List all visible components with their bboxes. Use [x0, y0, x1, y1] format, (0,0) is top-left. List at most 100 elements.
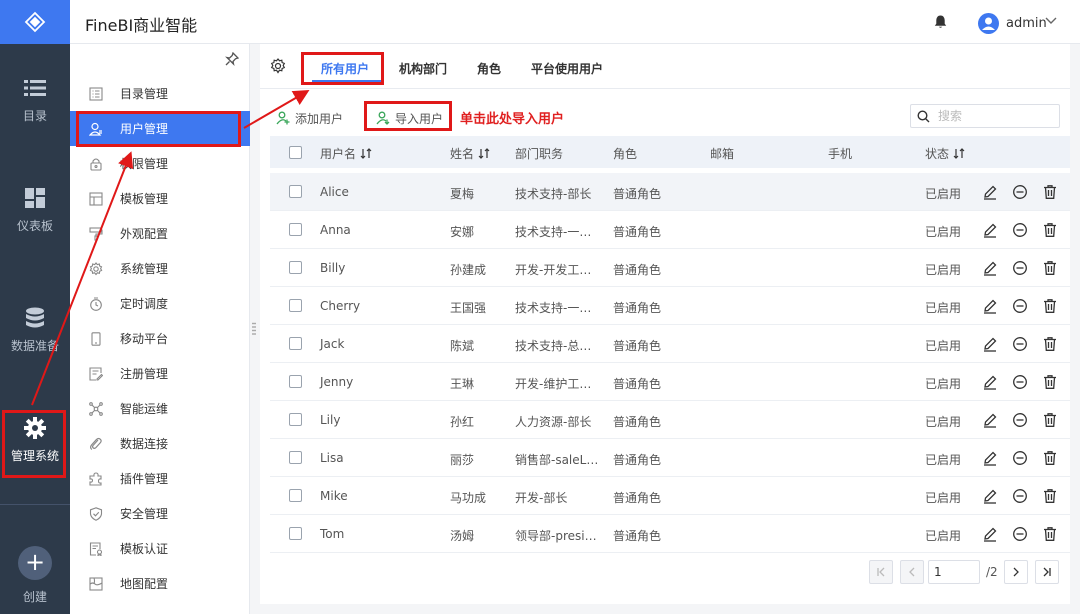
- disable-icon[interactable]: [1012, 450, 1028, 466]
- disable-icon[interactable]: [1012, 184, 1028, 200]
- delete-icon[interactable]: [1042, 184, 1058, 200]
- import-user-button[interactable]: 导入用户: [376, 108, 443, 128]
- bell-icon[interactable]: [934, 15, 947, 29]
- pin-icon[interactable]: [225, 52, 239, 66]
- disable-icon[interactable]: [1012, 298, 1028, 314]
- row-checkbox[interactable]: [289, 375, 302, 388]
- submenu-item-security[interactable]: 安全管理: [70, 496, 250, 531]
- column-status[interactable]: 状态: [925, 145, 965, 162]
- edit-icon[interactable]: [982, 526, 998, 542]
- sort-icon[interactable]: [360, 148, 372, 159]
- rail-item-create[interactable]: + 创建: [0, 540, 70, 610]
- row-checkbox[interactable]: [289, 451, 302, 464]
- delete-icon[interactable]: [1042, 336, 1058, 352]
- rail-item-data-prep[interactable]: 数据准备: [0, 295, 70, 365]
- row-checkbox[interactable]: [289, 337, 302, 350]
- sort-icon[interactable]: [478, 148, 490, 159]
- row-checkbox[interactable]: [289, 527, 302, 540]
- sort-icon[interactable]: [953, 148, 965, 159]
- row-checkbox[interactable]: [289, 413, 302, 426]
- edit-icon[interactable]: [982, 374, 998, 390]
- delete-icon[interactable]: [1042, 412, 1058, 428]
- submenu-item-registration[interactable]: 注册管理: [70, 356, 250, 391]
- tab-platform-users[interactable]: 平台使用用户: [531, 60, 603, 77]
- table-row[interactable]: Lily 孙红 人力资源-部长 普通角色 已启用: [270, 401, 1070, 439]
- rail-item-admin[interactable]: 管理系统: [0, 405, 70, 475]
- table-row[interactable]: Cherry 王国强 技术支持-一… 普通角色 已启用: [270, 287, 1070, 325]
- rail-item-directory[interactable]: 目录: [0, 65, 70, 135]
- search-box[interactable]: [910, 104, 1060, 128]
- submenu-item-ops[interactable]: 智能运维: [70, 391, 250, 426]
- rail-item-dashboard[interactable]: 仪表板: [0, 175, 70, 245]
- column-username[interactable]: 用户名: [320, 145, 372, 162]
- edit-icon[interactable]: [982, 222, 998, 238]
- submenu-item-mobile[interactable]: 移动平台: [70, 321, 250, 356]
- last-page-button[interactable]: [1035, 560, 1059, 584]
- row-checkbox[interactable]: [289, 299, 302, 312]
- row-checkbox[interactable]: [289, 261, 302, 274]
- avatar[interactable]: [978, 13, 999, 34]
- submenu-item-directory[interactable]: 目录管理: [70, 76, 250, 111]
- column-name[interactable]: 姓名: [450, 145, 490, 162]
- delete-icon[interactable]: [1042, 488, 1058, 504]
- submenu-item-user-management[interactable]: 用户管理: [70, 111, 250, 146]
- add-user-button[interactable]: 添加用户: [276, 108, 343, 128]
- edit-icon[interactable]: [982, 260, 998, 276]
- submenu-item-map[interactable]: 地图配置: [70, 566, 250, 601]
- submenu-item-schedule[interactable]: 定时调度: [70, 286, 250, 321]
- disable-icon[interactable]: [1012, 526, 1028, 542]
- cell-username: Lisa: [320, 451, 344, 465]
- chevron-down-icon[interactable]: [1045, 17, 1057, 25]
- delete-icon[interactable]: [1042, 450, 1058, 466]
- delete-icon[interactable]: [1042, 298, 1058, 314]
- disable-icon[interactable]: [1012, 260, 1028, 276]
- table-row[interactable]: Jack 陈斌 技术支持-总… 普通角色 已启用: [270, 325, 1070, 363]
- table-row[interactable]: Alice 夏梅 技术支持-部长 普通角色 已启用: [270, 173, 1070, 211]
- prev-page-button[interactable]: [900, 560, 924, 584]
- row-checkbox[interactable]: [289, 489, 302, 502]
- edit-icon[interactable]: [982, 184, 998, 200]
- table-row[interactable]: Tom 汤姆 领导部-presi… 普通角色 已启用: [270, 515, 1070, 553]
- submenu-item-plugins[interactable]: 插件管理: [70, 461, 250, 496]
- first-page-button[interactable]: [869, 560, 893, 584]
- table-row[interactable]: Jenny 王琳 开发-维护工… 普通角色 已启用: [270, 363, 1070, 401]
- disable-icon[interactable]: [1012, 222, 1028, 238]
- submenu-item-permissions[interactable]: 权限管理: [70, 146, 250, 181]
- edit-icon[interactable]: [982, 298, 998, 314]
- delete-icon[interactable]: [1042, 260, 1058, 276]
- tab-all-users[interactable]: 所有用户: [321, 60, 369, 77]
- table-row[interactable]: Mike 马功成 开发-部长 普通角色 已启用: [270, 477, 1070, 515]
- submenu-item-templates[interactable]: 模板管理: [70, 181, 250, 216]
- edit-icon[interactable]: [982, 488, 998, 504]
- disable-icon[interactable]: [1012, 336, 1028, 352]
- table-row[interactable]: Anna 安娜 技术支持-一… 普通角色 已启用: [270, 211, 1070, 249]
- delete-icon[interactable]: [1042, 374, 1058, 390]
- search-input[interactable]: [938, 109, 1048, 123]
- page-number-input[interactable]: [928, 560, 980, 584]
- submenu-item-label: 定时调度: [120, 297, 169, 311]
- row-checkbox[interactable]: [289, 223, 302, 236]
- disable-icon[interactable]: [1012, 374, 1028, 390]
- disable-icon[interactable]: [1012, 488, 1028, 504]
- edit-icon[interactable]: [982, 336, 998, 352]
- user-name[interactable]: admin: [1006, 16, 1047, 31]
- select-all-checkbox[interactable]: [289, 146, 302, 159]
- submenu-item-data-connection[interactable]: 数据连接: [70, 426, 250, 461]
- table-row[interactable]: Billy 孙建成 开发-开发工… 普通角色 已启用: [270, 249, 1070, 287]
- next-page-button[interactable]: [1004, 560, 1028, 584]
- submenu-item-template-cert[interactable]: 模板认证: [70, 531, 250, 566]
- submenu-item-appearance[interactable]: 外观配置: [70, 216, 250, 251]
- delete-icon[interactable]: [1042, 526, 1058, 542]
- disable-icon[interactable]: [1012, 412, 1028, 428]
- resize-handle-icon[interactable]: [252, 322, 256, 336]
- edit-icon[interactable]: [982, 412, 998, 428]
- row-checkbox[interactable]: [289, 185, 302, 198]
- tab-roles[interactable]: 角色: [477, 60, 501, 77]
- tab-departments[interactable]: 机构部门: [399, 60, 447, 77]
- edit-icon[interactable]: [982, 450, 998, 466]
- settings-icon[interactable]: [270, 58, 286, 74]
- table-row[interactable]: Lisa 丽莎 销售部-saleL… 普通角色 已启用: [270, 439, 1070, 477]
- submenu-item-system[interactable]: 系统管理: [70, 251, 250, 286]
- app-logo[interactable]: [0, 0, 70, 44]
- delete-icon[interactable]: [1042, 222, 1058, 238]
